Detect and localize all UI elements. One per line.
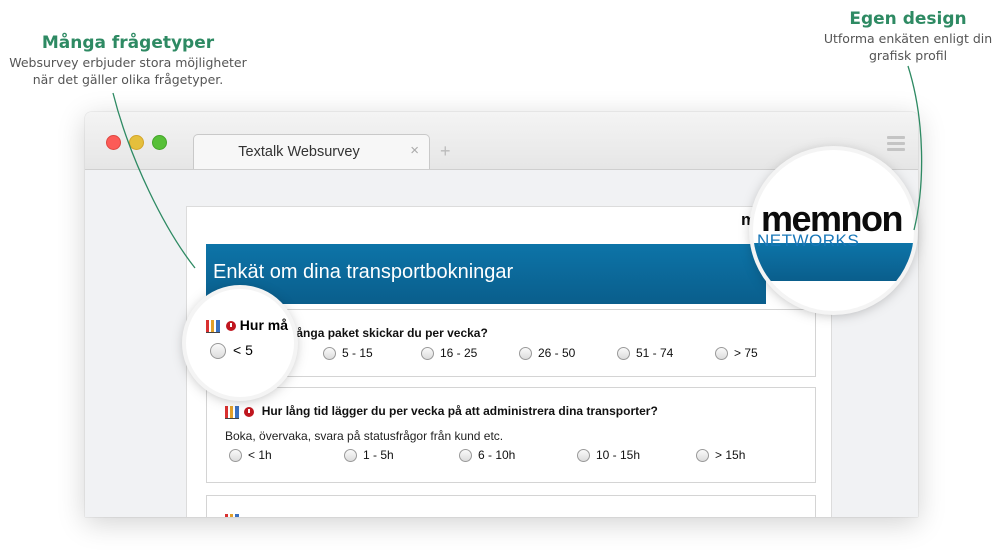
question-header bbox=[225, 512, 243, 517]
option-label: 5 - 15 bbox=[342, 346, 373, 360]
company-logo-subtitle: NETWORKS bbox=[757, 231, 860, 250]
tab-close-icon[interactable]: × bbox=[410, 142, 419, 159]
radio-button[interactable] bbox=[323, 347, 336, 361]
answer-option[interactable]: 16 - 25 bbox=[421, 346, 478, 361]
answer-option[interactable]: 1 - 5h bbox=[344, 448, 394, 463]
required-icon bbox=[225, 321, 236, 332]
option-label: 6 - 10h bbox=[478, 448, 516, 462]
question-icons bbox=[225, 513, 239, 517]
question-header: Hur lång tid lägger du per vecka på att … bbox=[225, 404, 658, 419]
option-label: > 75 bbox=[734, 346, 758, 360]
question-title: Hur lång tid lägger du per vecka på att … bbox=[261, 404, 658, 418]
callout-text-line: Websurvey erbjuder stora möjligheter bbox=[9, 55, 247, 70]
option-label: 51 - 74 bbox=[636, 346, 674, 360]
answer-option[interactable]: 26 - 50 bbox=[519, 346, 576, 361]
callout-question-types: Många frågetyper Websurvey erbjuder stor… bbox=[0, 32, 256, 88]
maximize-window-icon[interactable] bbox=[152, 135, 167, 150]
bar-chart-icon bbox=[225, 405, 239, 419]
zoomed-option-label: < 5 bbox=[233, 342, 253, 358]
close-window-icon[interactable] bbox=[106, 135, 121, 150]
callout-title: Många frågetyper bbox=[41, 33, 215, 53]
new-tab-icon[interactable]: + bbox=[440, 141, 451, 162]
question-box: Hur många paket skickar du per vecka? < … bbox=[206, 309, 816, 377]
callout-own-design: Egen design Utforma enkäten enligt din g… bbox=[808, 8, 1000, 64]
option-label: 26 - 50 bbox=[538, 346, 576, 360]
logo-magnifier: memnon NETWORKS bbox=[753, 150, 914, 311]
answer-option[interactable]: > 15h bbox=[696, 448, 746, 463]
bar-chart-icon bbox=[206, 319, 220, 333]
answer-option[interactable]: 6 - 10h bbox=[459, 448, 516, 463]
option-label: > 15h bbox=[715, 448, 746, 462]
hamburger-menu-icon[interactable] bbox=[887, 136, 905, 154]
answer-option[interactable]: 10 - 15h bbox=[577, 448, 641, 463]
radio-button[interactable] bbox=[519, 347, 532, 361]
question-magnifier: Hur må < 5 bbox=[186, 289, 294, 397]
radio-button[interactable] bbox=[344, 449, 357, 463]
callout-text-line: Utforma enkäten enligt din bbox=[823, 31, 993, 46]
option-label: 1 - 5h bbox=[363, 448, 394, 462]
question-box: Hur lång tid lägger du per vecka på att … bbox=[206, 387, 816, 483]
radio-button[interactable] bbox=[577, 449, 590, 463]
option-label: 10 - 15h bbox=[596, 448, 641, 462]
required-icon bbox=[244, 407, 255, 418]
survey-title: Enkät om dina transportbokningar bbox=[213, 261, 514, 283]
question-icons bbox=[225, 405, 255, 419]
minimize-window-icon[interactable] bbox=[129, 135, 144, 150]
callout-text-line: grafisk profil bbox=[868, 48, 948, 63]
zoomed-question-title: Hur må bbox=[239, 317, 289, 333]
radio-button[interactable] bbox=[421, 347, 434, 361]
survey-banner: Enkät om dina transportbokningar bbox=[206, 244, 766, 304]
option-label: < 1h bbox=[248, 448, 272, 462]
question-title: Hur många paket skickar du per vecka? bbox=[261, 326, 488, 340]
answer-option[interactable]: 5 - 15 bbox=[323, 346, 373, 361]
bar-chart-icon bbox=[225, 513, 239, 517]
answer-option[interactable]: > 75 bbox=[715, 346, 758, 361]
browser-tab[interactable]: Textalk Websurvey × bbox=[193, 134, 430, 169]
radio-button[interactable] bbox=[715, 347, 728, 361]
tab-title: Textalk Websurvey bbox=[238, 144, 360, 160]
radio-button[interactable] bbox=[617, 347, 630, 361]
callout-title: Egen design bbox=[849, 9, 967, 29]
callout-text-line: när det gäller olika frågetyper. bbox=[32, 72, 224, 87]
radio-button[interactable] bbox=[229, 449, 242, 463]
option-label: 16 - 25 bbox=[440, 346, 478, 360]
radio-button[interactable] bbox=[459, 449, 472, 463]
zoomed-question-header: Hur må bbox=[206, 317, 288, 333]
question-help-text: Boka, övervaka, svara på statusfrågor fr… bbox=[225, 429, 504, 443]
radio-button[interactable] bbox=[696, 449, 709, 463]
zoomed-radio-button bbox=[210, 343, 226, 359]
answer-option[interactable]: < 1h bbox=[229, 448, 272, 463]
answer-option[interactable]: 51 - 74 bbox=[617, 346, 674, 361]
question-box bbox=[206, 495, 816, 517]
